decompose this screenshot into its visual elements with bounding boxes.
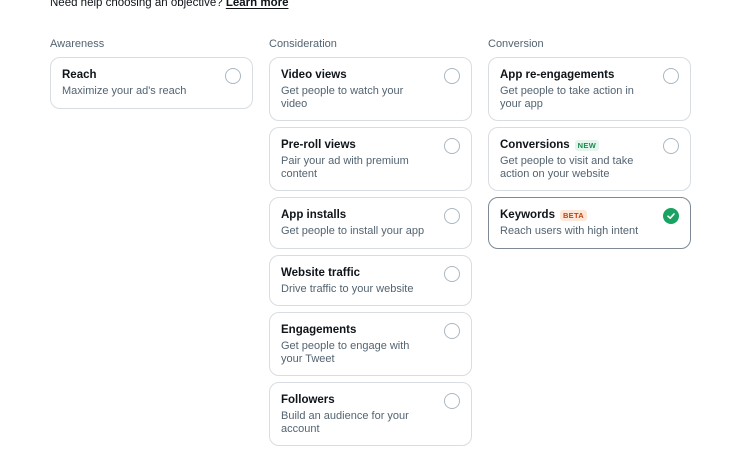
radio-button[interactable] (663, 68, 679, 84)
radio-button[interactable] (663, 138, 679, 154)
learn-more-link[interactable]: Learn more (226, 0, 289, 9)
column-label-conversion: Conversion (488, 38, 544, 50)
card-description: Get people to engage with your Tweet (281, 340, 410, 365)
card-description: Drive traffic to your website (281, 282, 414, 295)
card-description: Get people to visit and take action on y… (500, 155, 634, 180)
radio-button[interactable] (444, 68, 460, 84)
objective-card-app-installs[interactable]: App installs Get people to install your … (269, 197, 472, 249)
card-title: Reach (62, 69, 97, 81)
objective-card-conversions[interactable]: Conversions NEW Get people to visit and … (488, 127, 691, 191)
card-description: Reach users with high intent (500, 225, 639, 237)
card-title: Engagements (281, 324, 357, 336)
card-title: Followers (281, 394, 335, 406)
objective-card-app-re-engagements[interactable]: App re-engagements Get people to take ac… (488, 57, 691, 121)
objective-card-website-traffic[interactable]: Website traffic Drive traffic to your we… (269, 254, 472, 306)
objective-card-followers[interactable]: Followers Build an audience for your acc… (269, 382, 472, 446)
card-title: App re-engagements (500, 69, 615, 81)
card-description: Get people to watch your video (281, 85, 404, 110)
card-title: Keywords (500, 209, 555, 221)
card-title: Video views (281, 69, 347, 81)
objective-card-engagements[interactable]: Engagements Get people to engage with yo… (269, 312, 472, 376)
objective-help-text: Need help choosing an objective? Learn m… (50, 0, 288, 9)
consideration-column: Consideration Video views Get people to … (269, 37, 472, 452)
radio-button[interactable] (444, 138, 460, 154)
card-title: Website traffic (281, 266, 361, 279)
card-description: Get people to install your app (281, 225, 425, 237)
card-description: Pair your ad with premium content (281, 155, 409, 180)
card-title: App installs (281, 209, 347, 221)
card-description: Get people to take action in your app (500, 85, 634, 110)
objective-card-video-views[interactable]: Video views Get people to watch your vid… (269, 57, 472, 121)
card-description: Maximize your ad's reach (62, 85, 187, 97)
card-title: Pre-roll views (281, 139, 356, 151)
column-label-awareness: Awareness (50, 38, 105, 50)
conversion-column: Conversion App re-engagements Get people… (488, 37, 691, 255)
objective-card-reach[interactable]: Reach Maximize your ad's reach (50, 57, 253, 109)
card-description: Build an audience for your account (281, 410, 409, 435)
help-text: Need help choosing an objective? (50, 0, 223, 9)
radio-button[interactable] (444, 393, 460, 409)
radio-button[interactable] (444, 208, 460, 224)
awareness-column: Awareness Reach Maximize your ad's reach (50, 37, 253, 115)
column-label-consideration: Consideration (269, 38, 337, 50)
radio-button[interactable] (444, 265, 460, 282)
radio-button[interactable] (225, 68, 241, 84)
objective-card-keywords[interactable]: Keywords BETA Reach users with high inte… (488, 197, 691, 249)
objective-card-pre-roll-views[interactable]: Pre-roll views Pair your ad with premium… (269, 127, 472, 191)
beta-badge: BETA (559, 210, 588, 221)
radio-button[interactable] (444, 323, 460, 339)
selected-check-icon[interactable] (663, 208, 679, 224)
new-badge: NEW (574, 140, 600, 151)
card-title: Conversions (500, 139, 570, 151)
